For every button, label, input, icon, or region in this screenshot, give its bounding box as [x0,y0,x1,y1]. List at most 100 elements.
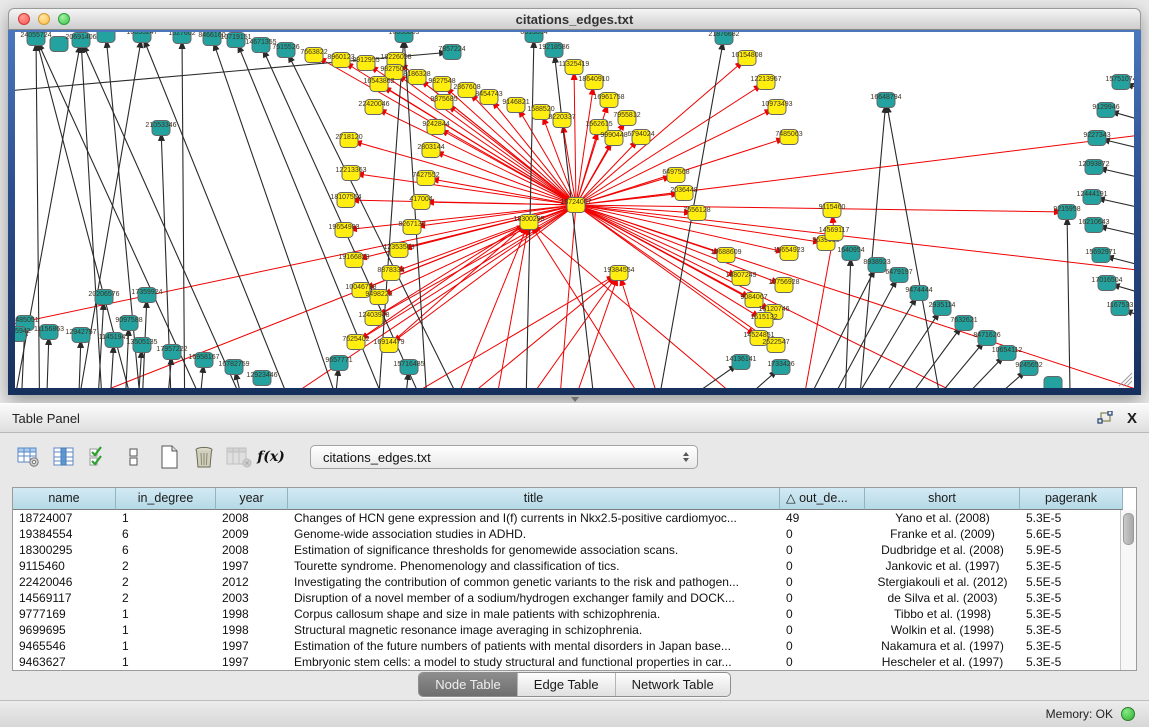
network-edge[interactable] [869,323,964,388]
network-node[interactable]: 7857224 [438,45,465,60]
network-node[interactable]: 7955812 [613,111,640,126]
column-header-in_degree[interactable]: in_degree [116,488,216,510]
network-node[interactable] [1044,377,1062,389]
network-node[interactable]: 9129946 [1092,103,1119,118]
cell-in_degree[interactable]: 1 [116,654,216,670]
cell-title[interactable]: Embryonic stem cells: a model to study s… [288,654,780,670]
network-node[interactable]: 12403948 [358,311,389,326]
network-edge[interactable] [619,273,675,388]
table-row[interactable]: 969969511998Structural magnetic resonanc… [13,622,1136,638]
tab-node-table[interactable]: Node Table [419,673,517,696]
network-node[interactable]: 12213967 [750,75,781,90]
network-node[interactable]: 8813054 [520,32,547,43]
show-columns-button[interactable] [51,444,77,470]
network-node[interactable]: 18107554 [330,193,361,208]
network-node[interactable]: 9097588 [115,316,142,331]
deselect-rows-button[interactable] [121,444,147,470]
network-node[interactable]: 15692971 [1085,248,1116,263]
network-node[interactable]: 18807249 [725,271,756,286]
network-edge[interactable] [36,38,40,388]
cell-title[interactable]: Structural magnetic resonance image aver… [288,622,780,638]
network-node[interactable]: 16914479 [373,338,404,353]
network-node[interactable]: 2522547 [762,338,789,353]
cell-short[interactable]: Wolkin et al. (1998) [865,622,1020,638]
network-edge[interactable] [576,205,764,320]
network-node[interactable]: 12444191 [1076,190,1107,205]
network-edge[interactable] [404,35,430,388]
network-edge[interactable] [435,222,529,388]
network-node[interactable]: 9990448 [600,131,627,146]
network-edge[interactable] [795,233,834,388]
network-node[interactable]: 24055724 [20,32,51,46]
network-node[interactable]: 17359924 [131,288,162,303]
cell-name[interactable]: 9699695 [13,622,116,638]
table-settings-button[interactable] [16,444,42,470]
cell-out_degree[interactable]: 0 [780,590,865,606]
network-edge[interactable] [804,275,899,388]
cell-pagerank[interactable]: 5.3E-5 [1020,654,1123,670]
network-node[interactable]: 9657771 [325,356,352,371]
cell-out_degree[interactable]: 0 [780,606,865,622]
network-node[interactable]: 20691406 [65,33,96,48]
cell-pagerank[interactable]: 5.3E-5 [1020,590,1123,606]
scrollbar-thumb[interactable] [1123,513,1134,545]
cell-short[interactable]: Hescheler et al. (1997) [865,654,1020,670]
column-header-pagerank[interactable]: pagerank [1020,488,1123,510]
cell-short[interactable]: de Silva et al. (2003) [865,590,1020,606]
cell-title[interactable]: Tourette syndrome. Phenomenology and cla… [288,558,780,574]
table-row[interactable]: 911546021997Tourette syndrome. Phenomeno… [13,558,1136,574]
cell-pagerank[interactable]: 5.5E-5 [1020,574,1123,590]
cell-in_degree[interactable]: 1 [116,606,216,622]
network-node[interactable]: 2036448 [670,186,697,201]
network-node[interactable]: 10655247 [126,32,157,43]
network-edge[interactable] [36,38,225,388]
cell-short[interactable]: Tibbo et al. (1998) [865,606,1020,622]
network-edge[interactable] [142,35,310,388]
cell-in_degree[interactable]: 2 [116,574,216,590]
cell-year[interactable]: 1997 [216,654,288,670]
column-header-short[interactable]: short [865,488,1020,510]
network-node[interactable]: 19654983 [328,223,359,238]
network-edge[interactable] [485,222,529,388]
table-row[interactable]: 1456911722003Disruption of a novel membe… [13,590,1136,606]
network-node[interactable]: 9474444 [905,286,932,301]
cell-pagerank[interactable]: 5.3E-5 [1020,510,1123,526]
panel-splitter[interactable] [0,395,1149,403]
cell-year[interactable]: 2008 [216,542,288,558]
network-node[interactable]: 16654923 [773,246,804,261]
network-node[interactable]: 7625402 [342,335,369,350]
network-node[interactable]: 8454743 [475,90,502,105]
tab-edge-table[interactable]: Edge Table [517,673,615,696]
cell-in_degree[interactable]: 2 [116,558,216,574]
network-node[interactable]: 11451941 [99,333,130,348]
network-edge[interactable] [576,132,1134,205]
table-row[interactable]: 1872400712008Changes of HCN gene express… [13,510,1136,526]
network-node[interactable]: 417004 [409,195,432,210]
network-edge[interactable] [576,205,1035,388]
network-edge[interactable] [576,205,741,278]
cell-in_degree[interactable]: 6 [116,526,216,542]
cell-year[interactable]: 2008 [216,510,288,526]
network-node[interactable]: 21876682 [708,32,739,45]
network-node[interactable]: 2935114 [929,301,956,316]
cell-out_degree[interactable]: 0 [780,574,865,590]
table-row[interactable]: 946554611997Estimation of the future num… [13,638,1136,654]
network-node[interactable]: 10688609 [710,248,741,263]
cell-name[interactable]: 14569117 [13,590,116,606]
network-edge[interactable] [555,205,576,388]
cell-out_degree[interactable]: 49 [780,510,865,526]
cell-name[interactable]: 9777169 [13,606,116,622]
function-builder-button[interactable]: f(x) [261,444,287,470]
network-node[interactable]: 16648794 [870,93,901,108]
cell-title[interactable]: Disruption of a novel member of a sodium… [288,590,780,606]
cell-year[interactable]: 2009 [216,526,288,542]
cell-pagerank[interactable]: 5.9E-5 [1020,542,1123,558]
network-node[interactable]: 9115460 [819,203,846,218]
cell-title[interactable]: Genome-wide association studies in ADHD. [288,526,780,542]
cell-pagerank[interactable]: 5.3E-5 [1020,558,1123,574]
network-node[interactable]: 11325419 [559,60,590,75]
network-node[interactable]: 19384554 [603,266,634,281]
network-node[interactable]: 17957222 [156,345,187,360]
cell-out_degree[interactable]: 0 [780,526,865,542]
window-titlebar[interactable]: citations_edges.txt [8,8,1141,30]
